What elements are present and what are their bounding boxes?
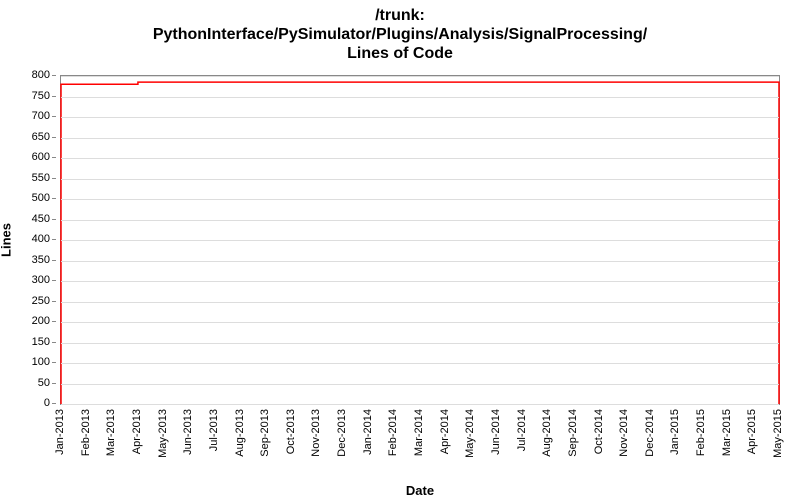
gridline (61, 117, 779, 118)
chart-title: /trunk: PythonInterface/PySimulator/Plug… (0, 0, 800, 64)
x-tick: Jan-2015 (669, 409, 681, 455)
x-axis-ticks: Jan-2013Feb-2013Mar-2013Apr-2013May-2013… (60, 405, 780, 475)
x-tick: Jan-2013 (54, 409, 66, 455)
series-line (61, 82, 779, 404)
x-tick: May-2013 (157, 409, 169, 458)
y-tick: 200 (32, 315, 50, 327)
gridline (61, 158, 779, 159)
plot-area (60, 75, 780, 405)
x-tick: Mar-2013 (105, 409, 117, 456)
title-line-3: Lines of Code (0, 44, 800, 63)
gridline (61, 281, 779, 282)
gridline (61, 240, 779, 241)
y-tick: 450 (32, 213, 50, 225)
gridline (61, 261, 779, 262)
x-tick: Aug-2013 (234, 409, 246, 457)
gridline (61, 76, 779, 77)
x-tick: Jun-2013 (182, 409, 194, 455)
y-tick: 400 (32, 233, 50, 245)
x-tick: Feb-2014 (387, 409, 399, 456)
x-tick: May-2015 (772, 409, 784, 458)
gridline (61, 343, 779, 344)
y-tick: 800 (32, 69, 50, 81)
gridline (61, 220, 779, 221)
x-tick: Aug-2014 (541, 409, 553, 457)
x-tick: Sep-2013 (259, 409, 271, 457)
x-tick: Nov-2013 (310, 409, 322, 457)
x-tick: Mar-2015 (721, 409, 733, 456)
x-tick: Oct-2014 (593, 409, 605, 454)
gridline (61, 138, 779, 139)
y-tick: 600 (32, 151, 50, 163)
loc-chart: /trunk: PythonInterface/PySimulator/Plug… (0, 0, 800, 500)
y-tick: 300 (32, 274, 50, 286)
gridline (61, 363, 779, 364)
x-tick: Feb-2015 (695, 409, 707, 456)
y-tick: 350 (32, 254, 50, 266)
title-line-2: PythonInterface/PySimulator/Plugins/Anal… (0, 25, 800, 44)
x-tick: Jan-2014 (362, 409, 374, 455)
x-tick: Apr-2013 (131, 409, 143, 454)
y-tick: 0 (44, 397, 50, 409)
gridline (61, 179, 779, 180)
x-tick: Mar-2014 (413, 409, 425, 456)
gridline (61, 322, 779, 323)
y-tick: 700 (32, 110, 50, 122)
x-tick: Apr-2014 (439, 409, 451, 454)
y-tick: 150 (32, 336, 50, 348)
gridline (61, 302, 779, 303)
x-tick: Jul-2013 (208, 409, 220, 451)
y-tick: 250 (32, 295, 50, 307)
x-tick: Jul-2014 (516, 409, 528, 451)
x-axis-label: Date (60, 483, 780, 498)
y-tick: 550 (32, 172, 50, 184)
gridline (61, 384, 779, 385)
x-tick: Feb-2013 (80, 409, 92, 456)
y-tick: 750 (32, 90, 50, 102)
x-tick: Apr-2015 (746, 409, 758, 454)
y-tick: 50 (38, 377, 50, 389)
title-line-1: /trunk: (0, 6, 800, 25)
y-axis-ticks: 0501001502002503003504004505005506006507… (0, 75, 56, 405)
y-tick: 650 (32, 131, 50, 143)
gridline (61, 97, 779, 98)
x-tick: Dec-2014 (644, 409, 656, 457)
gridline (61, 199, 779, 200)
x-tick: May-2014 (464, 409, 476, 458)
y-tick: 100 (32, 356, 50, 368)
y-tick: 500 (32, 192, 50, 204)
x-tick: Nov-2014 (618, 409, 630, 457)
x-tick: Jun-2014 (490, 409, 502, 455)
x-tick: Sep-2014 (567, 409, 579, 457)
x-tick: Dec-2013 (336, 409, 348, 457)
x-tick: Oct-2013 (285, 409, 297, 454)
